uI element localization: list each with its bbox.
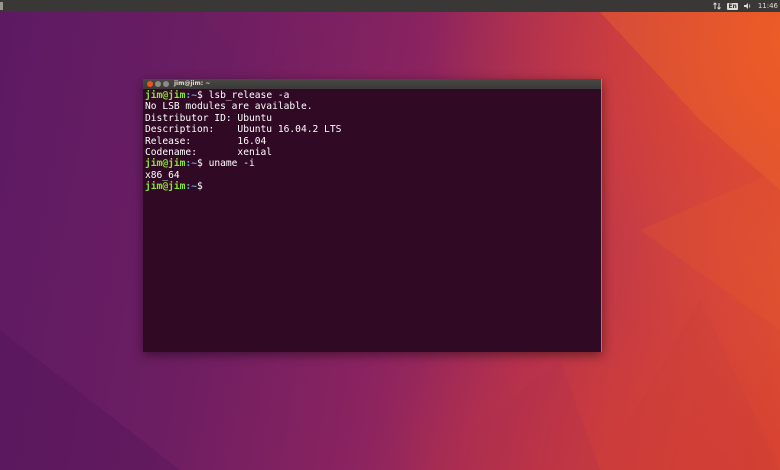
- window-titlebar[interactable]: jim@jim: ~: [143, 79, 601, 89]
- prompt-symbol: $: [197, 90, 209, 101]
- terminal-output-line: x86_64: [145, 170, 597, 181]
- maximize-window-button[interactable]: [163, 81, 169, 87]
- terminal-output-line: No LSB modules are available.: [145, 101, 597, 112]
- keyboard-layout-label: En: [727, 2, 738, 10]
- prompt-path: :~: [185, 158, 197, 170]
- output-text: Distributor ID: Ubuntu: [145, 112, 273, 124]
- panel-left-edge: [0, 2, 3, 10]
- prompt-user-host: jim@jim: [145, 90, 186, 101]
- prompt-symbol: $: [197, 181, 209, 193]
- output-text: Codename: xenial: [145, 146, 273, 158]
- terminal-prompt-line: jim@jim:~$ lsb_release -a: [145, 90, 597, 101]
- terminal-output-line: Distributor ID: Ubuntu: [145, 113, 597, 124]
- prompt-path: :~: [185, 181, 197, 193]
- terminal-output-line: Codename: xenial: [145, 147, 597, 158]
- clock[interactable]: 11:46: [758, 0, 778, 12]
- output-text: x86_64: [145, 169, 180, 181]
- prompt-user-host: jim@jim: [145, 181, 186, 193]
- terminal-prompt-line: jim@jim:~$ uname -i: [145, 158, 597, 169]
- terminal-window[interactable]: jim@jim: ~ jim@jim:~$ lsb_release -a No L…: [143, 79, 602, 352]
- minimize-window-button[interactable]: [155, 81, 161, 87]
- command-text: uname -i: [208, 158, 255, 170]
- top-panel: En 11:46: [0, 0, 780, 12]
- window-title: jim@jim: ~: [174, 80, 211, 87]
- keyboard-layout-indicator[interactable]: En: [727, 0, 738, 12]
- terminal-prompt-line: jim@jim:~$: [145, 181, 597, 192]
- output-text: Release: 16.04: [145, 135, 267, 147]
- output-text: No LSB modules are available.: [145, 101, 313, 113]
- prompt-path: :~: [185, 90, 197, 101]
- prompt-user-host: jim@jim: [145, 158, 186, 170]
- output-text: Description: Ubuntu 16.04.2 LTS: [145, 124, 342, 136]
- speaker-icon[interactable]: [743, 0, 752, 12]
- terminal-output[interactable]: jim@jim:~$ lsb_release -a No LSB modules …: [145, 90, 597, 352]
- terminal-output-line: Release: 16.04: [145, 136, 597, 147]
- system-tray: En 11:46: [713, 0, 778, 12]
- terminal-output-line: Description: Ubuntu 16.04.2 LTS: [145, 124, 597, 135]
- prompt-symbol: $: [197, 158, 209, 170]
- desktop-background: En 11:46 jim@jim: ~ jim@jim:~$ lsb_relea…: [0, 0, 780, 470]
- close-window-button[interactable]: [147, 81, 153, 87]
- command-text: lsb_release -a: [208, 90, 290, 101]
- network-updown-icon[interactable]: [713, 0, 722, 12]
